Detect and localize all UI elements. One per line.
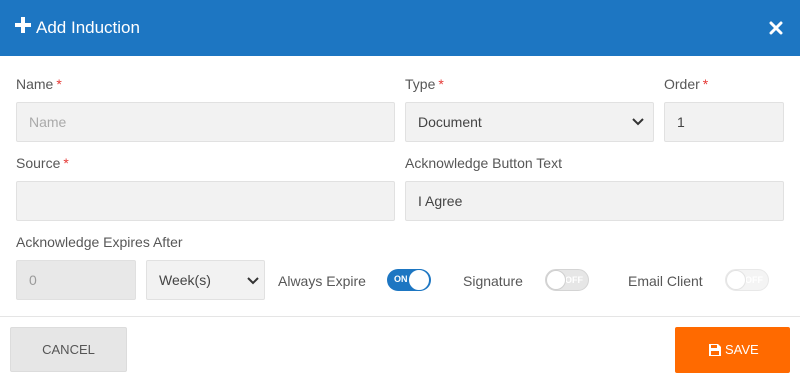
- name-label: Name *: [16, 76, 62, 92]
- source-input[interactable]: [16, 181, 395, 221]
- toggle-knob: [726, 270, 746, 290]
- order-label: Order *: [664, 76, 709, 92]
- ack-expires-label: Acknowledge Expires After: [16, 234, 183, 250]
- ack-expires-input[interactable]: 0: [16, 260, 136, 300]
- footer-divider: [0, 316, 800, 317]
- plus-icon: [15, 17, 31, 33]
- email-client-toggle[interactable]: OFF: [725, 269, 769, 291]
- ack-button-text-input[interactable]: I Agree: [405, 181, 784, 221]
- order-input[interactable]: 1: [664, 102, 784, 142]
- floppy-disk-icon: [709, 344, 721, 356]
- always-expire-toggle[interactable]: ON: [387, 269, 431, 291]
- chevron-down-icon: [632, 118, 644, 126]
- signature-toggle-text: OFF: [565, 275, 583, 285]
- ack-button-text-label: Acknowledge Button Text: [405, 155, 562, 171]
- chevron-down-icon: [247, 277, 259, 285]
- expires-unit-value: Week(s): [159, 272, 211, 288]
- always-expire-label: Always Expire: [278, 273, 366, 289]
- type-select-value: Document: [418, 114, 482, 130]
- toggle-knob: [546, 270, 566, 290]
- source-label: Source *: [16, 155, 69, 171]
- signature-label: Signature: [463, 273, 523, 289]
- type-select[interactable]: Document: [405, 102, 654, 142]
- signature-toggle[interactable]: OFF: [545, 269, 589, 291]
- save-button-label: SAVE: [725, 342, 759, 357]
- name-input[interactable]: Name: [16, 102, 395, 142]
- close-icon[interactable]: [769, 21, 783, 35]
- dialog-title: Add Induction: [36, 18, 140, 37]
- always-expire-toggle-text: ON: [394, 274, 408, 284]
- type-label: Type *: [405, 76, 444, 92]
- email-client-label: Email Client: [628, 273, 703, 289]
- cancel-button[interactable]: CANCEL: [10, 327, 127, 372]
- email-client-toggle-text: OFF: [745, 275, 763, 285]
- toggle-knob: [408, 269, 430, 291]
- dialog-header: Add Induction: [0, 0, 800, 56]
- save-button[interactable]: SAVE: [675, 327, 790, 373]
